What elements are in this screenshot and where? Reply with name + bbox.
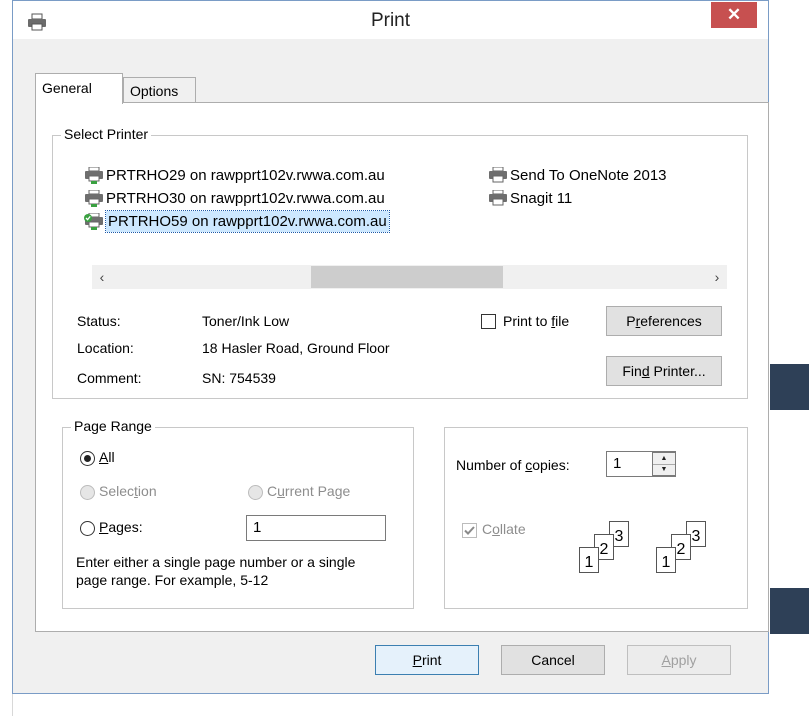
tab-general[interactable]: General: [35, 73, 123, 104]
page-range-title: Page Range: [71, 418, 155, 434]
close-icon: ✕: [726, 5, 742, 24]
printer-item[interactable]: Send To OneNote 2013: [488, 165, 667, 186]
scrollbar-thumb[interactable]: [311, 266, 503, 288]
page-range-hint-line2: page range. For example, 5-12: [76, 572, 269, 588]
all-radio[interactable]: [80, 451, 95, 466]
general-tab-panel: Select Printer PRTRHO29 on rawpprt102v.r…: [35, 102, 769, 632]
print-dialog: Print ✕ General Options Select Printer P…: [12, 0, 769, 694]
location-label: Location:: [77, 340, 134, 356]
printer-item[interactable]: Snagit 11: [488, 188, 572, 209]
copies-spinner[interactable]: ▲ ▼: [652, 452, 676, 476]
select-printer-title: Select Printer: [61, 126, 152, 142]
pages-input[interactable]: 1: [246, 515, 386, 541]
title-bar: Print ✕: [13, 1, 768, 39]
printer-item-selected[interactable]: PRTRHO59 on rawpprt102v.rwwa.com.au: [84, 210, 390, 233]
background-window-strip: [770, 588, 809, 634]
pages-label[interactable]: Pages:: [99, 519, 143, 535]
page-icon-1: 1: [656, 547, 676, 573]
cancel-button[interactable]: Cancel: [501, 645, 605, 675]
printer-icon: [489, 166, 507, 182]
preferences-button[interactable]: Preferences: [606, 306, 722, 336]
apply-button[interactable]: Apply: [627, 645, 731, 675]
page-icon-1: 1: [579, 547, 599, 573]
current-page-label[interactable]: Current Page: [267, 483, 350, 499]
pages-radio[interactable]: [80, 521, 95, 536]
status-value: Toner/Ink Low: [202, 313, 290, 329]
copies-group: [444, 427, 748, 609]
dialog-title: Print: [370, 10, 411, 31]
collate-label[interactable]: Collate: [482, 521, 526, 537]
find-printer-button[interactable]: Find Printer...: [606, 356, 722, 386]
all-label[interactable]: All: [99, 449, 115, 465]
printer-item[interactable]: PRTRHO30 on rawpprt102v.rwwa.com.au: [84, 188, 385, 209]
printer-list-scrollbar[interactable]: ‹ ›: [92, 265, 727, 289]
checkmark-icon: [464, 526, 475, 535]
default-network-printer-icon: [84, 212, 103, 230]
current-page-radio[interactable]: [248, 485, 263, 500]
network-printer-icon: [85, 189, 103, 207]
print-to-file-label[interactable]: Print to file: [503, 313, 569, 329]
page-range-hint-line1: Enter either a single page number or a s…: [76, 554, 356, 570]
scroll-left-arrow-icon[interactable]: ‹: [92, 265, 112, 289]
selection-radio[interactable]: [80, 485, 95, 500]
spin-down-icon[interactable]: ▼: [653, 464, 675, 475]
collate-checkbox[interactable]: [462, 523, 477, 538]
background-window-strip: [770, 364, 809, 410]
network-printer-icon: [85, 166, 103, 184]
print-to-file-checkbox[interactable]: [481, 314, 496, 329]
printer-icon: [489, 189, 507, 205]
comment-value: SN: 754539: [202, 370, 276, 386]
comment-label: Comment:: [77, 370, 142, 386]
selection-label[interactable]: Selection: [99, 483, 157, 499]
status-label: Status:: [77, 313, 121, 329]
print-button[interactable]: Print: [375, 645, 479, 675]
location-value: 18 Hasler Road, Ground Floor: [202, 340, 390, 356]
tab-options[interactable]: Options: [123, 77, 196, 103]
number-of-copies-label: Number of copies:: [456, 457, 570, 473]
close-button[interactable]: ✕: [711, 2, 757, 28]
scroll-right-arrow-icon[interactable]: ›: [707, 265, 727, 289]
printer-item[interactable]: PRTRHO29 on rawpprt102v.rwwa.com.au: [84, 165, 385, 186]
